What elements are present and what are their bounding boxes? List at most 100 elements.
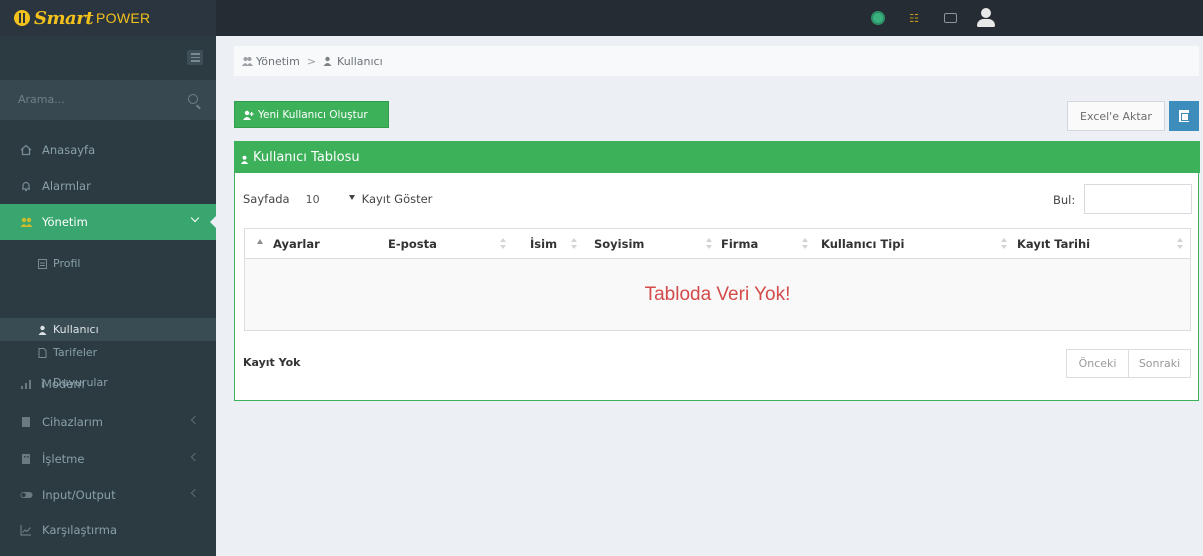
globe-button[interactable] — [860, 0, 896, 36]
sidebar-item-label: Karşılaştırma — [42, 523, 118, 537]
next-page-button[interactable]: Sonraki — [1129, 349, 1191, 378]
brand-logo[interactable]: Smart POWER — [0, 0, 216, 36]
toggle-icon — [20, 489, 33, 501]
users-icon — [242, 56, 253, 66]
previous-page-button[interactable]: Önceki — [1066, 349, 1129, 378]
page-length-select[interactable]: 10 — [296, 188, 358, 210]
chevron-down-icon — [190, 213, 200, 223]
column-header-soyisim[interactable]: Soyisim — [594, 229, 712, 259]
new-user-button[interactable]: Yeni Kullanıcı Oluştur — [234, 101, 389, 128]
page-length-control: Sayfada 10 Kayıt Göster — [243, 188, 432, 210]
new-user-label: Yeni Kullanıcı Oluştur — [258, 108, 368, 121]
file-icon — [38, 347, 47, 358]
page-length-prefix: Sayfada — [243, 192, 290, 206]
sidebar-subitem-tarifeler[interactable]: Tarifeler — [0, 341, 216, 364]
sidebar-item-anasayfa[interactable]: Anasayfa — [0, 132, 216, 168]
column-label: Kayıt Tarihi — [1017, 237, 1091, 251]
top-navbar: Smart POWER ☷ — [0, 0, 1203, 36]
sidebar-subitem-label: Profil — [53, 257, 81, 270]
rss-icon: ☷ — [909, 11, 919, 25]
export-excel-button[interactable]: Excel'e Aktar — [1067, 101, 1165, 131]
users-table: Ayarlar E-posta İsim Soyisim Firma Kulla… — [244, 228, 1191, 331]
sidebar-item-label: Modem — [42, 377, 85, 391]
sidebar-item-cihazlarim[interactable]: Cihazlarım — [0, 404, 216, 440]
breadcrumb-root[interactable]: Yönetim — [256, 55, 300, 68]
search-icon[interactable] — [188, 94, 198, 104]
sort-asc-icon — [257, 239, 263, 244]
sidebar-item-alarmlar[interactable]: Alarmlar — [0, 168, 216, 204]
sidebar-search-input[interactable]: Arama... — [18, 93, 65, 106]
sidebar-subitem-kullanici[interactable]: Kullanıcı — [0, 318, 216, 341]
sort-icon — [802, 238, 808, 250]
logo-mark-icon — [14, 10, 30, 26]
users-icon — [20, 216, 33, 228]
signal-icon — [20, 378, 32, 390]
sidebar-toggle-button[interactable] — [187, 50, 203, 65]
column-label: İsim — [530, 237, 558, 251]
sidebar-search[interactable]: Arama... — [0, 80, 216, 120]
column-header-isim[interactable]: İsim — [530, 229, 577, 259]
sidebar-subitem-label: Tarifeler — [53, 346, 98, 359]
user-icon — [323, 56, 334, 66]
sort-icon — [1001, 238, 1007, 250]
caret-down-icon — [348, 195, 355, 200]
breadcrumb-current: Kullanıcı — [337, 54, 383, 68]
bell-icon — [20, 180, 32, 192]
sort-icon — [500, 238, 506, 250]
sidebar-item-input-output[interactable]: Input/Output — [0, 477, 216, 513]
building-icon — [20, 453, 32, 465]
column-label: Kullanıcı Tipi — [821, 237, 905, 251]
sidebar: Arama... Anasayfa Alarmlar Yönetim Profi… — [0, 36, 217, 556]
user-icon — [975, 7, 997, 29]
add-user-icon — [243, 110, 254, 120]
rss-button[interactable]: ☷ — [896, 0, 932, 36]
empty-table-message: Tabloda Veri Yok! — [644, 284, 791, 305]
breadcrumb-separator: > — [306, 54, 317, 68]
column-header-eposta[interactable]: E-posta — [388, 229, 506, 259]
table-search-input[interactable] — [1084, 184, 1192, 214]
column-header-firma[interactable]: Firma — [721, 229, 808, 259]
breadcrumb: Yönetim > Kullanıcı — [234, 46, 1199, 76]
brand-power: POWER — [96, 10, 151, 26]
page-length-value: 10 — [305, 192, 320, 206]
table-search-label: Bul: — [1053, 193, 1076, 207]
panel-title: Kullanıcı Tablosu — [253, 149, 360, 165]
sidebar-toggle-row — [0, 36, 216, 80]
globe-icon — [871, 11, 885, 25]
page-length-suffix: Kayıt Göster — [361, 192, 433, 206]
sidebar-item-yonetim[interactable]: Yönetim — [0, 204, 217, 240]
sidebar-item-isletme[interactable]: İşletme — [0, 441, 216, 477]
user-icon — [38, 325, 47, 335]
sidebar-subitem-label: Kullanıcı — [53, 323, 99, 336]
sidebar-item-modem[interactable]: Modem — [0, 366, 216, 402]
sidebar-item-label: İşletme — [42, 452, 85, 466]
column-header-kayit-tarihi[interactable]: Kayıt Tarihi — [1017, 229, 1183, 259]
column-label: E-posta — [388, 237, 437, 251]
sidebar-subitem-profil[interactable]: Profil — [0, 252, 216, 275]
id-card-icon — [38, 258, 47, 269]
user-icon — [240, 153, 249, 164]
table-header: Ayarlar E-posta İsim Soyisim Firma Kulla… — [245, 229, 1190, 259]
file-excel-icon — [1179, 110, 1189, 122]
table-info: Kayıt Yok — [243, 356, 301, 369]
chevron-left-icon — [190, 415, 200, 425]
excel-icon-button[interactable] — [1169, 101, 1199, 131]
device-icon — [20, 416, 32, 428]
chevron-left-icon — [190, 452, 200, 462]
sort-icon — [571, 238, 577, 250]
column-label: Soyisim — [594, 237, 645, 251]
top-icons: ☷ — [860, 0, 1004, 36]
column-label: Firma — [721, 237, 759, 251]
column-header-kullanici-tipi[interactable]: Kullanıcı Tipi — [821, 229, 1007, 259]
home-icon — [20, 144, 32, 156]
column-label: Ayarlar — [273, 237, 320, 251]
sort-icon — [1177, 238, 1183, 250]
panel-header: Kullanıcı Tablosu — [235, 141, 1200, 173]
user-menu-button[interactable] — [968, 0, 1004, 36]
messages-button[interactable] — [932, 0, 968, 36]
sidebar-item-label: Input/Output — [42, 488, 116, 502]
sidebar-item-label: Anasayfa — [42, 143, 96, 157]
sidebar-item-karsilastirma[interactable]: Karşılaştırma — [0, 512, 216, 548]
sort-icon — [706, 238, 712, 250]
column-header-ayarlar[interactable]: Ayarlar — [245, 229, 375, 259]
